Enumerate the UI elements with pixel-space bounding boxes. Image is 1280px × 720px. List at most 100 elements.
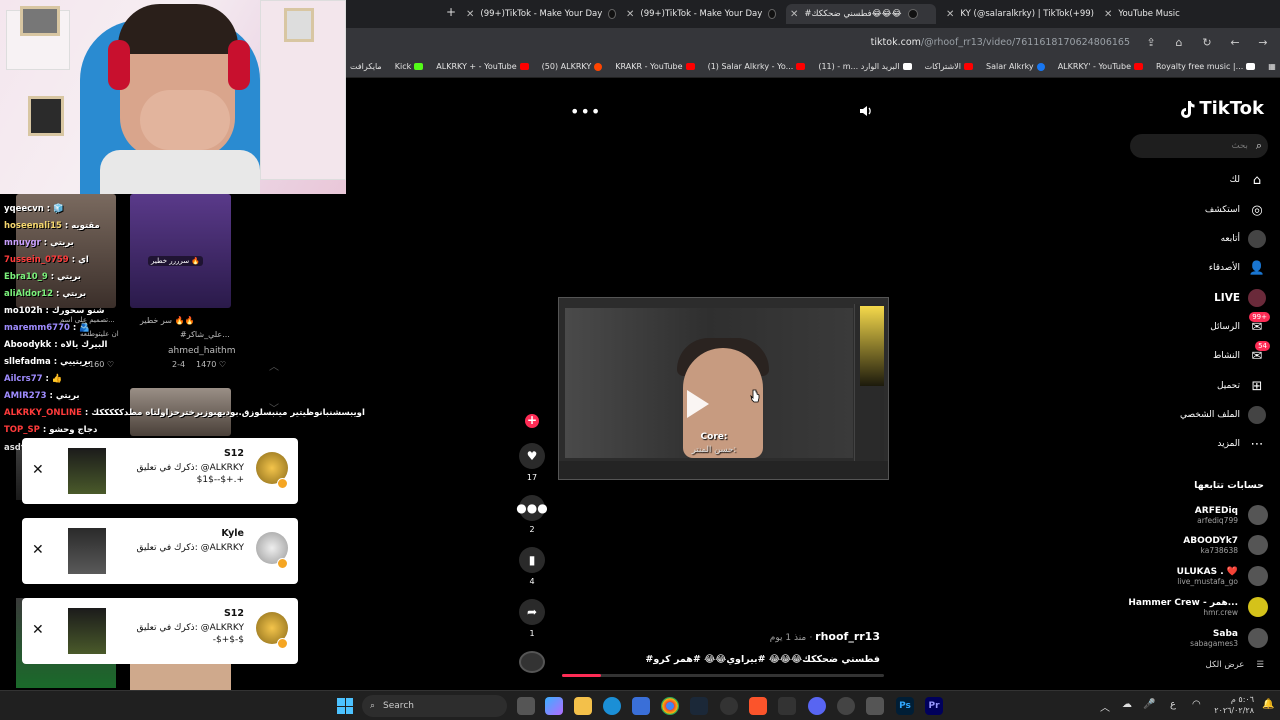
notification-bell-icon[interactable]: 🔔 [1262, 699, 1274, 710]
nav-for-you[interactable]: لك ⌂ [1230, 170, 1266, 190]
photoshop-icon[interactable]: Ps [896, 697, 914, 715]
bookmark[interactable]: (11) - m... البريد الوارد [818, 62, 912, 71]
taskbar-search[interactable]: ⌕ Search [362, 695, 507, 717]
obs-icon[interactable] [720, 697, 738, 715]
following-account[interactable]: ULUKAS . ❤️ live_mustafa_go [1177, 563, 1268, 589]
discord-icon[interactable] [808, 697, 826, 715]
chat-username[interactable]: aliAldor12 [4, 289, 53, 299]
bookmark[interactable]: ALKRKY + - YouTube [436, 62, 529, 71]
close-tab-icon[interactable]: ✕ [946, 9, 954, 20]
chevron-up-icon[interactable]: ︿ [1100, 699, 1110, 714]
chat-username[interactable]: ALKRKY_ONLINE [4, 408, 82, 418]
cloud-icon[interactable]: ☁ [1122, 699, 1132, 710]
task-view-icon[interactable] [517, 697, 535, 715]
sound-disc-icon[interactable] [519, 651, 545, 673]
mention-notification[interactable]: ✕ Kyle ذكرك في تعليق: @ALKRKY [22, 518, 298, 584]
video-progress-bar[interactable] [562, 674, 884, 677]
post-author[interactable]: rhoof_rr13 [815, 630, 880, 643]
app-icon[interactable] [837, 697, 855, 715]
brave-icon[interactable] [749, 697, 767, 715]
steam-icon[interactable] [690, 697, 708, 715]
following-account[interactable]: ABOODYk7 ka738638 [1183, 532, 1268, 558]
close-icon[interactable]: ✕ [32, 542, 44, 558]
following-account[interactable]: Saba sabagames3 [1190, 625, 1268, 651]
comment-button[interactable]: ●●● 2 [516, 495, 548, 534]
see-all-link[interactable]: عرض الكل ☰ [1206, 660, 1264, 670]
following-account[interactable]: ARFEDiq arfediq799 [1195, 502, 1268, 528]
nav-profile[interactable]: الملف الشخصي [1180, 405, 1266, 425]
chat-username[interactable]: mo102h [4, 306, 43, 316]
windows-start-icon[interactable] [337, 698, 353, 714]
chrome-icon[interactable] [661, 697, 679, 715]
back-icon[interactable]: ← [1228, 36, 1242, 49]
file-explorer-icon[interactable] [574, 697, 592, 715]
chat-username[interactable]: AMIR273 [4, 391, 47, 401]
mention-notification[interactable]: ✕ S12 ذكرك في تعليق: @ALKRKY $1$--$+.+ [22, 438, 298, 504]
copilot-icon[interactable] [545, 697, 563, 715]
browser-tab[interactable]: ✕ KY (@salaralkrky) | TikTok(+99) [946, 4, 1096, 24]
edge-icon[interactable] [603, 697, 621, 715]
apps-grid-icon[interactable]: ▦ [1268, 62, 1276, 71]
premiere-icon[interactable]: Pr [925, 697, 943, 715]
save-button[interactable]: ▮ 4 [519, 547, 545, 586]
chat-username[interactable]: maremm6770 [4, 323, 70, 333]
search-icon[interactable]: ⌕ [1256, 139, 1262, 153]
chat-username[interactable]: Ailcrs77 [4, 374, 43, 384]
browser-tab[interactable]: ✕ YouTube Music [1104, 4, 1234, 24]
share-button[interactable]: ➦ 1 [519, 599, 545, 638]
bookmark[interactable]: مايكرافت [350, 62, 382, 71]
post-caption[interactable]: #فطسني ضحككك😂😂😂 #بيراوي😂😂 #همر كرو [645, 654, 880, 665]
chat-username[interactable]: Aboodykk [4, 340, 51, 350]
close-icon[interactable]: ✕ [32, 462, 44, 478]
video-player[interactable]: Core: حسن المنتر: [558, 297, 889, 480]
reload-icon[interactable]: ↻ [1200, 36, 1214, 49]
bookmark[interactable]: ALKRKY' - YouTube [1058, 62, 1143, 71]
url-field[interactable]: tiktok.com/@rhoof_rr13/video/76116181706… [871, 37, 1130, 48]
chat-username[interactable]: hoseenali15 [4, 221, 62, 231]
like-button[interactable]: ♥ 17 [519, 443, 545, 482]
close-tab-icon[interactable]: ✕ [626, 9, 634, 20]
close-tab-icon[interactable]: ✕ [790, 9, 798, 20]
nav-more[interactable]: المزيد ⋯ [1217, 434, 1266, 454]
close-tab-icon[interactable]: ✕ [466, 9, 474, 20]
nav-activity[interactable]: النشاط ✉ 54 [1213, 341, 1270, 366]
bookmark[interactable]: Kick [395, 62, 424, 71]
bookmark[interactable]: (1) Salar Alkrky - Yo... [708, 62, 806, 71]
chat-username[interactable]: 7ussein_0759 [4, 255, 69, 265]
mention-notification[interactable]: ✕ S12 ذكرك في تعليق: @ALKRKY -$+$-$ [22, 598, 298, 664]
video-thumbnail[interactable] [130, 194, 231, 308]
close-tab-icon[interactable]: ✕ [1104, 9, 1112, 20]
nav-messages[interactable]: الرسائل ✉ 99+ [1210, 312, 1270, 337]
home-icon[interactable]: ⌂ [1172, 36, 1186, 49]
capcut-icon[interactable] [778, 697, 796, 715]
close-icon[interactable]: ✕ [32, 622, 44, 638]
store-icon[interactable] [632, 697, 650, 715]
thumbnail-author[interactable]: ahmed_haithm [168, 346, 235, 356]
scroll-up-icon[interactable]: ︿ [264, 358, 284, 373]
bookmark[interactable]: الاشتراكات [925, 62, 973, 71]
clock[interactable]: ٥:٠٦ م ٢٠٢٦/٠٢/٢٨ [1214, 694, 1254, 716]
browser-tab-active[interactable]: ✕ #فطسني ضحككك😂😂😂 [786, 4, 936, 24]
wifi-icon[interactable]: ◠ [1192, 699, 1201, 710]
ellipsis-icon[interactable]: ••• [570, 102, 601, 121]
share-icon[interactable]: ⇪ [1144, 36, 1158, 49]
new-tab-button[interactable]: + [446, 5, 456, 19]
chat-username[interactable]: yqeecvn [4, 204, 44, 214]
bookmark[interactable]: Salar Alkrky [986, 62, 1045, 71]
chat-username[interactable]: mnuygr [4, 238, 41, 248]
microphone-icon[interactable]: 🎤 [1143, 699, 1155, 710]
app-icon[interactable] [866, 697, 884, 715]
bookmark[interactable]: (50) ALKRKY [542, 62, 603, 71]
follow-button[interactable]: + [525, 414, 539, 428]
chat-username[interactable]: TOP_SP [4, 425, 40, 435]
forward-icon[interactable]: → [1256, 36, 1270, 49]
following-account[interactable]: Hammer Crew - همر... hmr.crew [1128, 594, 1268, 620]
nav-following[interactable]: أتابعه [1221, 229, 1266, 249]
language-indicator[interactable]: ع [1170, 699, 1176, 710]
search-input[interactable]: بحث ⌕ [1130, 134, 1268, 158]
nav-explore[interactable]: استكشف ◎ [1205, 200, 1266, 220]
bookmark[interactable]: KRAKR - YouTube [615, 62, 695, 71]
bookmark[interactable]: Royalty free music |... [1156, 62, 1256, 71]
tiktok-logo[interactable]: TikTok [1179, 98, 1264, 119]
chat-username[interactable]: sllefadma [4, 357, 51, 367]
